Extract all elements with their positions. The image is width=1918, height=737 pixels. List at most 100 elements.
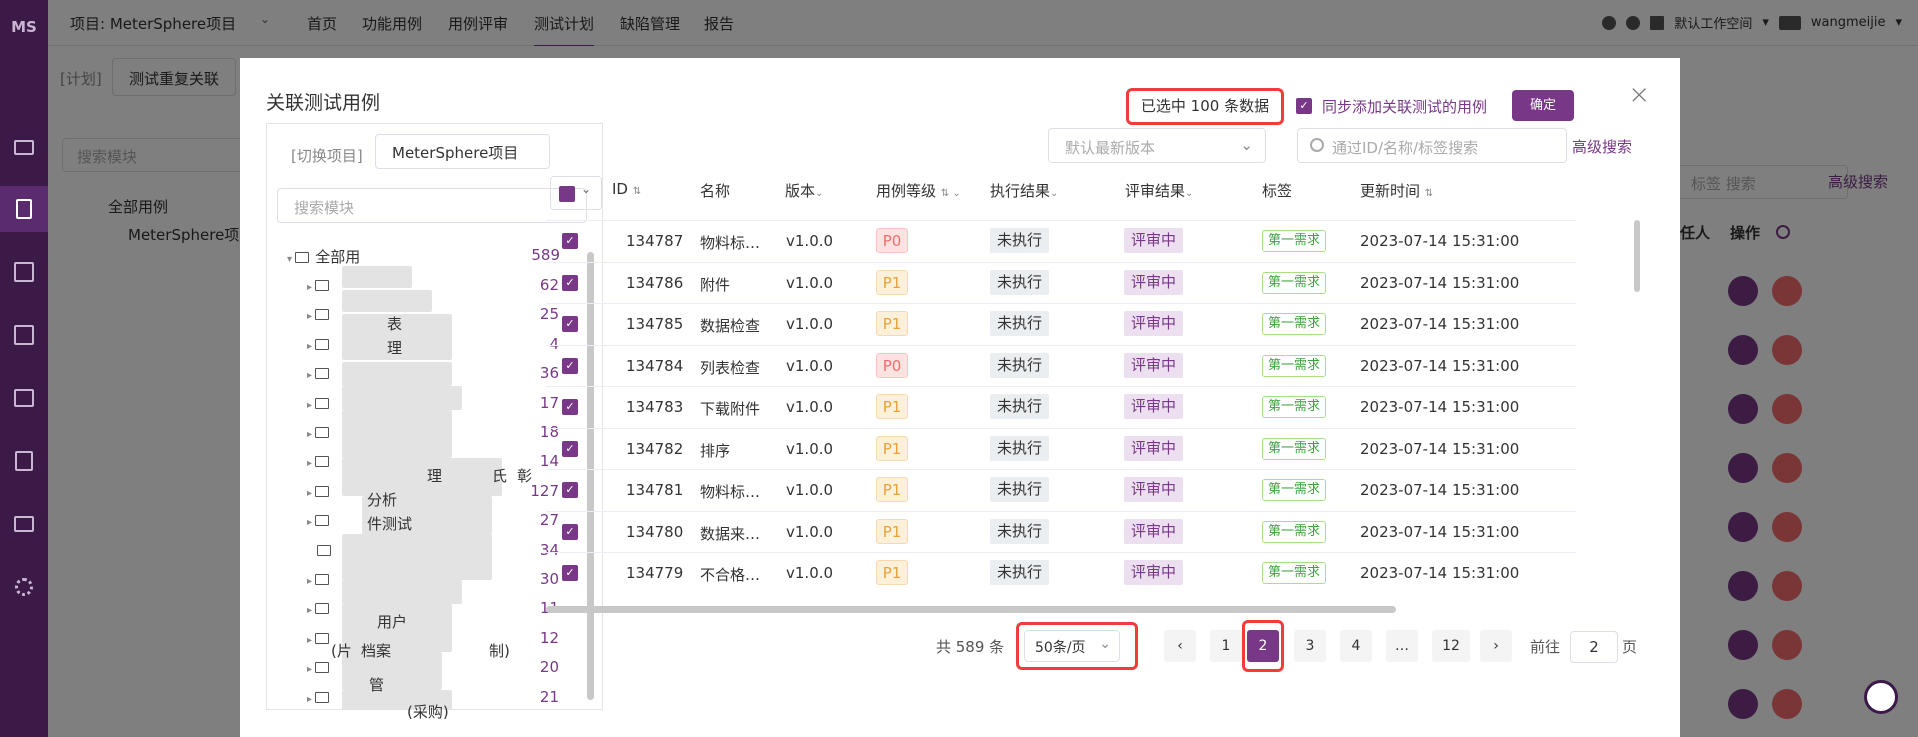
case-id: 134786 (626, 273, 684, 292)
col-update-time[interactable]: 更新时间 ⇅ (1360, 180, 1433, 201)
exec-status: 未执行 (990, 560, 1050, 585)
exec-status: 未执行 (990, 518, 1050, 544)
case-name[interactable]: 下载附件 (700, 398, 760, 419)
update-time: 2023-07-14 15:31:00 (1360, 398, 1520, 416)
case-name[interactable]: 数据检查 (700, 315, 760, 336)
page-12[interactable]: 12 (1432, 630, 1470, 662)
version-select[interactable]: 默认最新版本 ⌄ (1048, 128, 1266, 163)
case-id: 134781 (626, 481, 684, 499)
exec-status: 未执行 (990, 311, 1050, 336)
table-row[interactable]: ✓ 134779 不合格… v1.0.0 P1 未执行 评审中 第一需求 202… (546, 552, 1576, 593)
page-1[interactable]: 1 (1210, 630, 1242, 662)
review-status: 评审中 (1124, 311, 1184, 336)
col-id[interactable]: ID ⇅ (612, 180, 641, 198)
workstation-nav[interactable] (0, 124, 48, 170)
col-version[interactable]: 版本⌄ (785, 180, 823, 201)
next-page-button[interactable]: › (1480, 630, 1512, 662)
case-level: P1 (876, 518, 908, 544)
page-3[interactable]: 3 (1294, 630, 1326, 662)
report-nav[interactable] (0, 438, 48, 484)
help-float-icon[interactable] (1864, 680, 1898, 714)
row-checkbox[interactable]: ✓ (562, 357, 578, 374)
confirm-button[interactable]: 确定 (1512, 90, 1574, 121)
col-tag: 标签 (1262, 182, 1293, 200)
review-status: 评审中 (1124, 352, 1184, 378)
case-version: v1.0.0 (786, 564, 834, 582)
ui-nav[interactable] (0, 312, 48, 358)
table-row[interactable]: ✓ 134783 下载附件 v1.0.0 P1 未执行 评审中 第一需求 202… (546, 386, 1576, 427)
case-name[interactable]: 不合格… (700, 564, 760, 585)
advanced-search-link[interactable]: 高级搜索 (1572, 136, 1632, 157)
case-version: v1.0.0 (786, 273, 834, 292)
col-review[interactable]: 评审结果⌄ (1125, 180, 1193, 201)
row-checkbox[interactable]: ✓ (562, 482, 578, 498)
track-nav[interactable] (0, 186, 48, 232)
tree-node-count: 14 (539, 452, 559, 471)
col-level[interactable]: 用例等级 ⇅ ⌄ (876, 180, 961, 201)
total-count: 共 589 条 (936, 638, 1005, 656)
sync-checkbox[interactable]: ✓ (1296, 98, 1312, 114)
exec-status: 未执行 (990, 228, 1050, 253)
case-name[interactable]: 附件 (700, 274, 730, 295)
tree-node-count: 4 (549, 334, 559, 353)
tree-label-fragment: 件测试 (367, 515, 413, 533)
col-exec[interactable]: 执行结果⌄ (990, 180, 1058, 201)
update-time: 2023-07-14 15:31:00 (1360, 356, 1520, 375)
table-row[interactable]: ✓ 134781 物料标… v1.0.0 P1 未执行 评审中 第一需求 202… (546, 469, 1576, 510)
table-row[interactable]: ✓ 134780 数据来… v1.0.0 P1 未执行 评审中 第一需求 202… (546, 510, 1576, 552)
row-checkbox[interactable]: ✓ (562, 565, 578, 581)
case-name[interactable]: 物料标… (700, 232, 760, 253)
table-hscroll[interactable] (546, 606, 1396, 613)
settings-nav[interactable] (0, 564, 48, 610)
row-checkbox[interactable]: ✓ (562, 440, 578, 457)
associate-case-dialog: 关联测试用例 × 已选中 100 条数据 ✓ 同步添加关联测试的用例 确定 默认… (240, 58, 1680, 737)
case-name[interactable]: 列表检查 (700, 357, 760, 378)
table-row[interactable]: ✓ 134785 数据检查 v1.0.0 P1 未执行 评审中 第一需求 202… (546, 303, 1576, 344)
chart-icon (14, 389, 34, 407)
table-vscroll[interactable] (1634, 220, 1640, 292)
tree-node-count: 20 (539, 658, 559, 677)
project-value: MeterSphere项目 (392, 144, 519, 162)
tree-node-count: 18 (539, 423, 559, 441)
case-version: v1.0.0 (786, 481, 834, 499)
table-row[interactable]: ✓ 134787 物料标… v1.0.0 P0 未执行 评审中 第一需求 202… (546, 220, 1576, 261)
row-checkbox[interactable]: ✓ (562, 316, 578, 332)
page-4[interactable]: 4 (1340, 630, 1372, 662)
select-all-checkbox[interactable]: ⌄ (550, 176, 602, 210)
row-checkbox[interactable]: ✓ (562, 523, 578, 540)
tree-node-count: 36 (539, 364, 559, 383)
goto-page-input[interactable]: 2 (1570, 631, 1618, 663)
case-name[interactable]: 数据来… (700, 523, 760, 544)
module-search-input[interactable]: 搜索模块 (277, 188, 587, 223)
gear-icon (15, 578, 33, 596)
performance-nav[interactable] (0, 375, 48, 421)
api-nav[interactable] (0, 249, 48, 295)
row-checkbox[interactable]: ✓ (562, 233, 578, 249)
row-checkbox[interactable]: ✓ (562, 274, 578, 291)
case-search-input[interactable]: 通过ID/名称/标签搜索 (1297, 128, 1567, 163)
page-2[interactable]: 2 (1247, 630, 1279, 662)
update-time: 2023-07-14 15:31:00 (1360, 481, 1520, 499)
exec-status: 未执行 (990, 352, 1050, 378)
project-select[interactable]: MeterSphere项目 (375, 134, 550, 169)
switch-project-label: [切换项目] (291, 147, 363, 165)
update-time: 2023-07-14 15:31:00 (1360, 439, 1520, 458)
project-nav[interactable] (0, 501, 48, 547)
row-checkbox[interactable]: ✓ (562, 399, 578, 415)
case-tag: 第一需求 (1262, 562, 1327, 584)
prev-page-button[interactable]: ‹ (1164, 630, 1196, 662)
page-size-select[interactable]: 50条/页 ⌄ (1024, 630, 1120, 662)
table-row[interactable]: ✓ 134784 列表检查 v1.0.0 P0 未执行 评审中 第一需求 202… (546, 344, 1576, 386)
table-row[interactable]: ✓ 134786 附件 v1.0.0 P1 未执行 评审中 第一需求 2023-… (546, 261, 1576, 303)
tree-label-fragment: 表 (387, 315, 403, 333)
case-name[interactable]: 物料标… (700, 481, 760, 502)
case-name[interactable]: 排序 (700, 440, 730, 461)
close-icon[interactable]: × (1628, 80, 1650, 110)
tree-label-fragment: 氏 (492, 467, 508, 485)
table-row[interactable]: ✓ 134782 排序 v1.0.0 P1 未执行 评审中 第一需求 2023-… (546, 427, 1576, 469)
page-more[interactable]: … (1386, 630, 1418, 662)
sync-label[interactable]: 同步添加关联测试的用例 (1322, 96, 1487, 117)
tree-root-count: 589 (531, 246, 560, 264)
tree-node-count: 62 (539, 276, 559, 294)
case-level: P1 (876, 269, 908, 295)
